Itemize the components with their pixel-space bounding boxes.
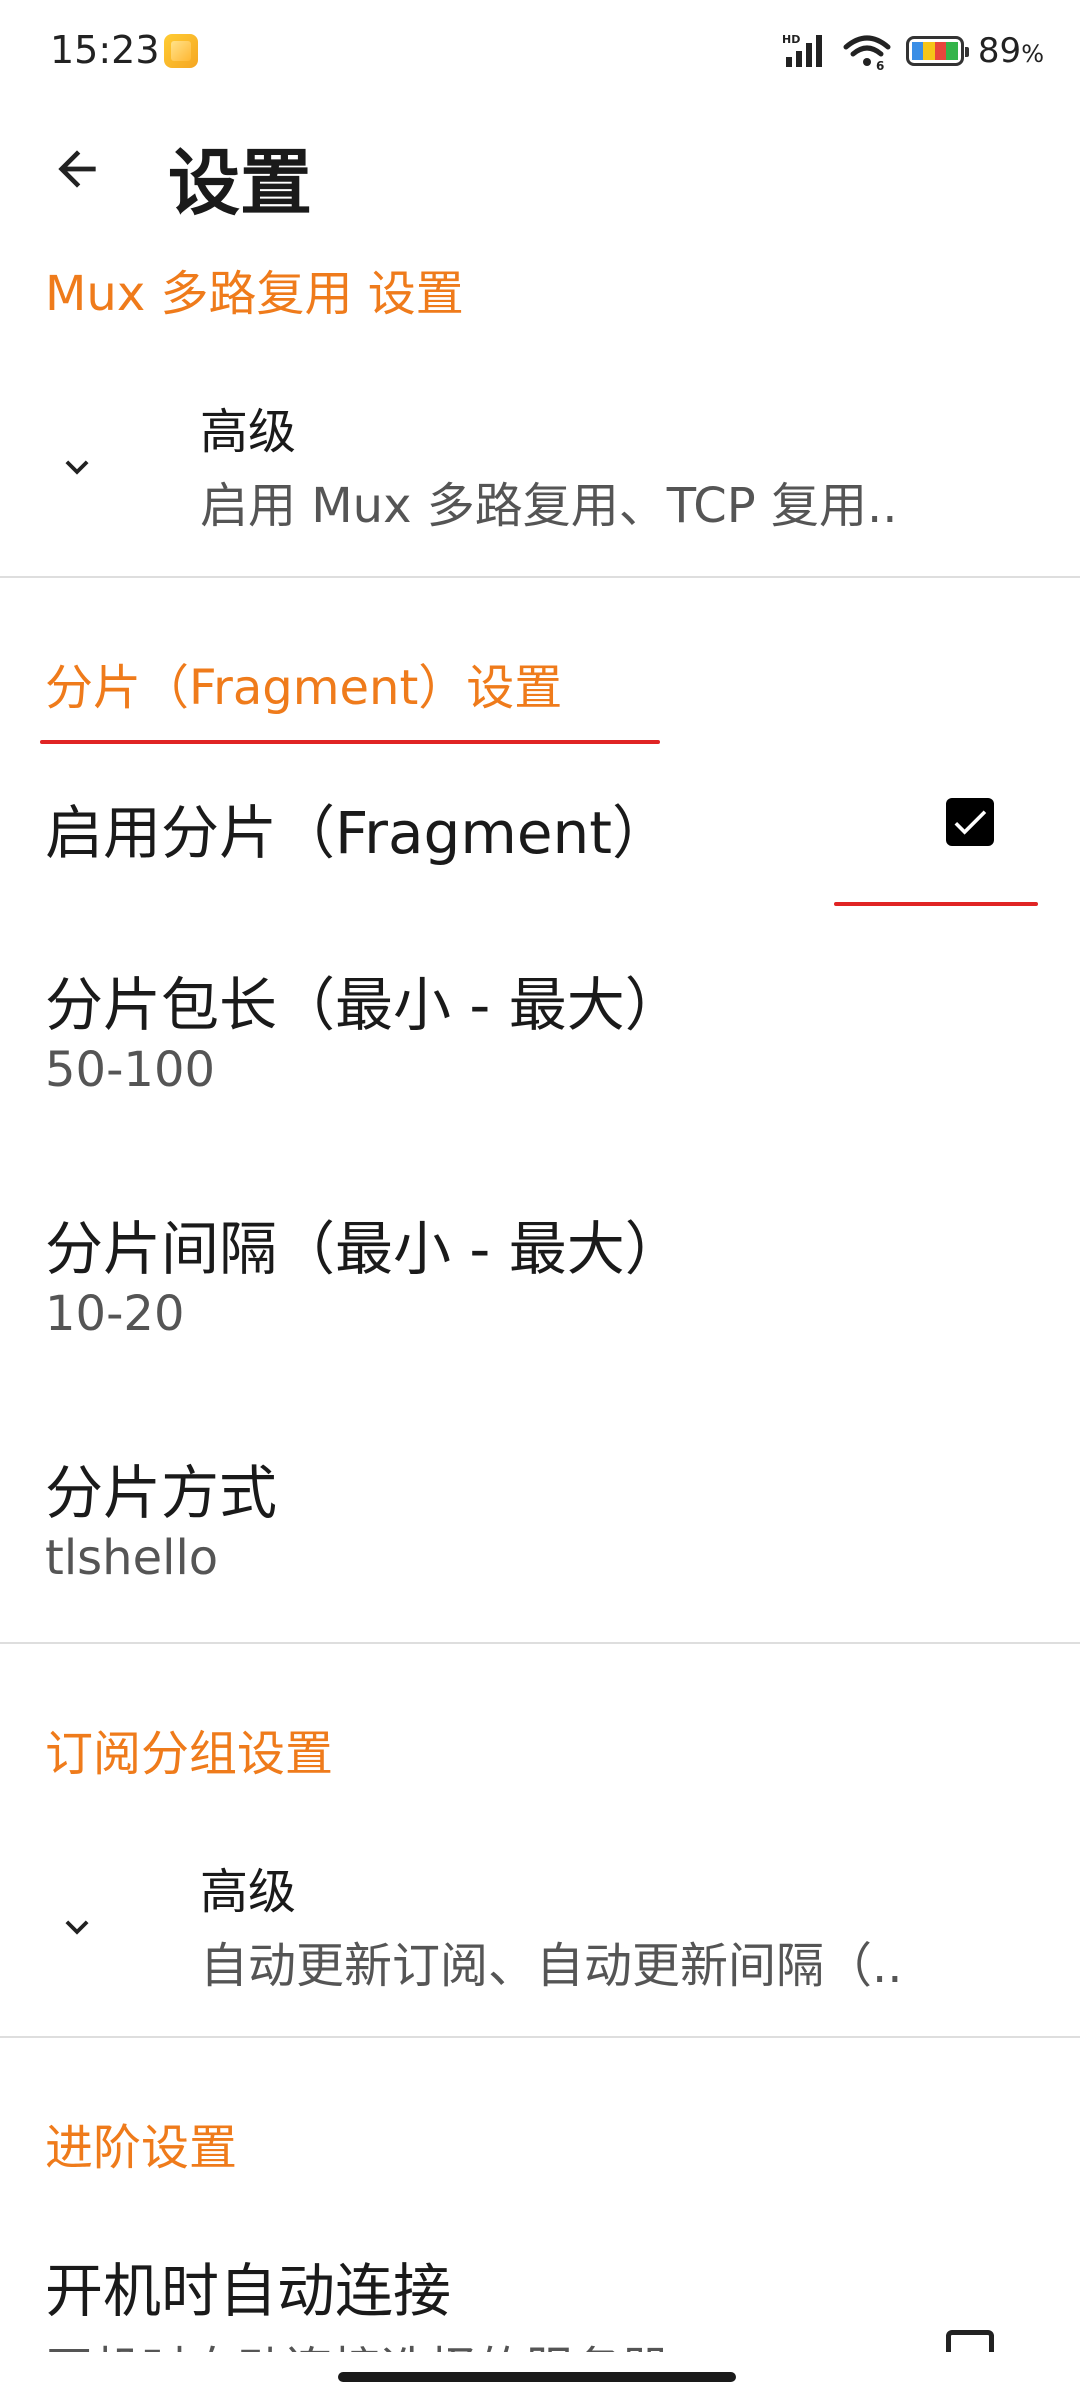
arrow-left-icon	[58, 150, 96, 188]
status-right-group: HD 6 89%	[782, 28, 1044, 74]
fragment-method-title: 分片方式	[45, 1459, 278, 1527]
hd-signal-icon: HD	[782, 33, 822, 67]
fragment-length-row[interactable]: 分片包长（最小 - 最大） 50-100	[0, 926, 1080, 1170]
status-time: 15:23	[50, 28, 160, 72]
section-divider	[0, 1642, 1080, 1644]
mux-advanced-summary: 启用 Mux 多路复用、TCP 复用..	[200, 478, 898, 534]
fragment-interval-row[interactable]: 分片间隔（最小 - 最大） 10-20	[0, 1170, 1080, 1414]
home-indicator[interactable]	[338, 2372, 736, 2382]
battery-percent-value: 89	[977, 31, 1022, 71]
battery-segment	[946, 42, 958, 60]
checkmark-icon	[954, 810, 987, 835]
gallery-icon	[164, 34, 198, 68]
wifi-6-icon: 6	[843, 35, 891, 71]
fragment-enable-checkbox[interactable]	[946, 798, 994, 846]
battery-segment	[911, 42, 924, 60]
section-divider	[0, 2036, 1080, 2038]
subscription-advanced-summary: 自动更新订阅、自动更新间隔（..	[200, 1938, 903, 1994]
battery-segment	[934, 42, 947, 60]
section-header-fragment: 分片（Fragment）设置	[45, 660, 563, 716]
status-bar: 15:23 HD 6 89%	[0, 0, 1080, 104]
battery-percent: 89%	[978, 31, 1044, 71]
fragment-interval-title: 分片间隔（最小 - 最大）	[45, 1215, 683, 1283]
section-divider	[0, 576, 1080, 578]
autoconnect-title: 开机时自动连接	[45, 2257, 452, 2325]
page-title: 设置	[168, 141, 313, 225]
subscription-advanced-row[interactable]: 高级 自动更新订阅、自动更新间隔（..	[0, 1820, 1080, 2036]
battery-percent-unit: %	[1021, 40, 1044, 68]
back-button[interactable]	[40, 132, 114, 206]
svg-text:HD: HD	[782, 33, 800, 46]
mux-advanced-row[interactable]: 高级 启用 Mux 多路复用、TCP 复用..	[0, 360, 1080, 576]
fragment-enable-title: 启用分片（Fragment）	[45, 799, 671, 867]
section-header-mux: Mux 多路复用 设置	[45, 266, 464, 322]
fragment-length-title: 分片包长（最小 - 最大）	[45, 971, 683, 1039]
chevron-down-icon	[65, 1920, 89, 1935]
subscription-advanced-title: 高级	[200, 1864, 297, 1920]
settings-screen: 15:23 HD 6 89% 设置 Mux 多路复用 设置 高级 启用 Mux …	[0, 0, 1080, 2400]
fragment-method-value: tlshello	[45, 1530, 219, 1586]
battery-segment	[923, 42, 935, 60]
annotation-underline-header	[40, 740, 660, 744]
fragment-method-row[interactable]: 分片方式 tlshello	[0, 1414, 1080, 1642]
annotation-underline-checkbox	[834, 902, 1038, 906]
battery-icon	[905, 36, 969, 66]
fragment-length-value: 50-100	[45, 1042, 216, 1098]
chevron-down-icon	[65, 460, 89, 475]
fragment-interval-value: 10-20	[45, 1286, 185, 1342]
section-header-advanced: 进阶设置	[45, 2120, 238, 2176]
svg-text:6: 6	[876, 59, 884, 71]
mux-advanced-title: 高级	[200, 404, 297, 460]
app-toolbar: 设置	[0, 104, 1080, 234]
section-header-subscription: 订阅分组设置	[45, 1726, 334, 1782]
